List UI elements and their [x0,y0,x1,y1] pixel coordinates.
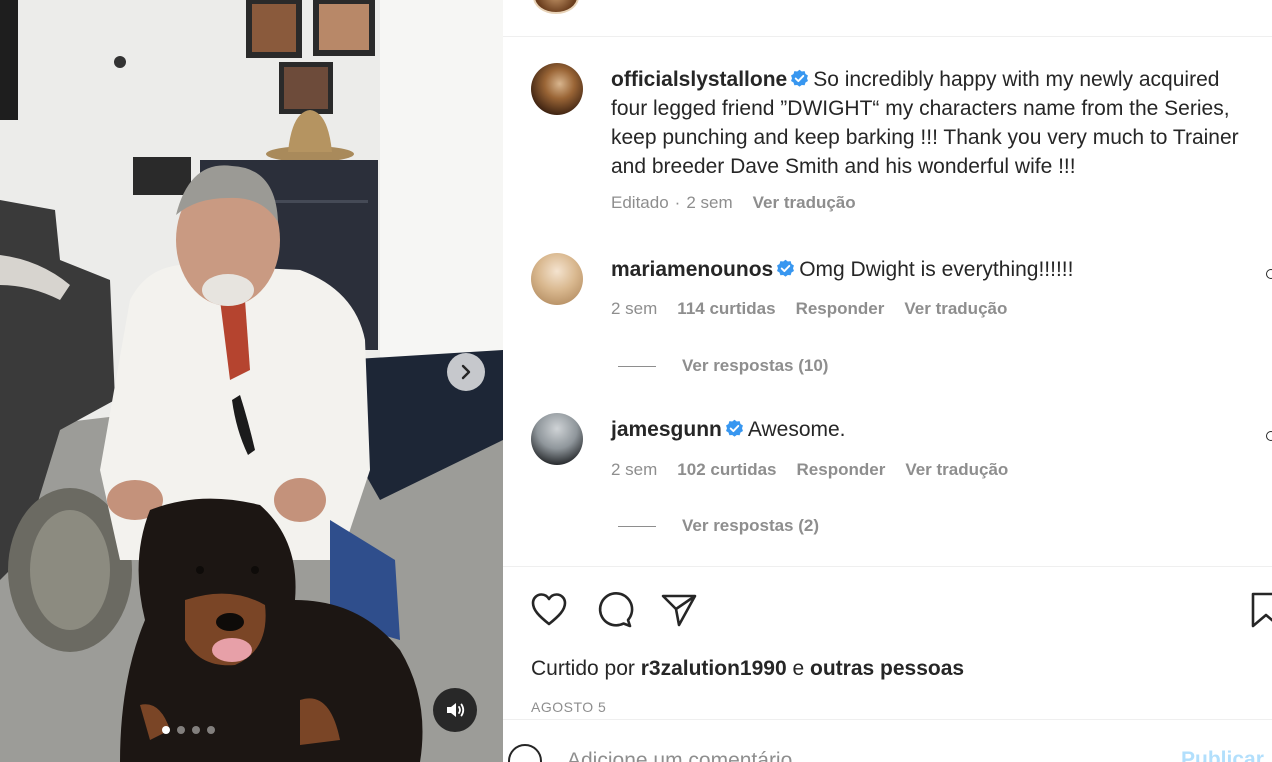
carousel-indicator [162,726,215,734]
reply-button[interactable]: Responder [796,299,885,319]
emoji-button[interactable] [508,744,542,762]
comment-text: Omg Dwight is everything!!!!!! [799,258,1074,281]
comment-time[interactable]: 2 sem [611,460,657,480]
comment-time[interactable]: 2 sem [611,299,657,319]
paper-plane-icon [661,594,697,627]
comment-item: jamesgunn Awesome. [611,415,1261,444]
comment-meta: 2 sem 102 curtidas Responder Ver traduçã… [611,460,1008,480]
comment-button[interactable] [595,590,635,630]
view-replies-label: Ver respostas (2) [682,516,820,535]
comment-text: Awesome. [747,418,846,441]
next-slide-button[interactable] [447,353,485,391]
composer-divider [503,719,1272,720]
comment-translate-link[interactable]: Ver tradução [904,299,1007,319]
meta-separator: · [674,193,681,212]
header-avatar[interactable] [533,0,579,14]
commenter-avatar[interactable] [531,253,583,305]
liked-by-user[interactable]: r3zalution1990 [641,657,787,680]
post-date[interactable]: AGOSTO 5 [531,699,606,715]
commenter-avatar[interactable] [531,413,583,465]
publish-button[interactable]: Publicar [1181,748,1264,762]
view-replies-button[interactable]: Ver respostas (10) [618,356,828,376]
speaker-icon [447,703,465,717]
verified-badge-icon [725,419,743,437]
save-button[interactable] [1249,590,1272,630]
replies-divider [618,365,656,367]
reply-button[interactable]: Responder [797,460,886,480]
caption-time[interactable]: 2 sem [686,193,732,213]
bookmark-icon [1251,592,1272,628]
edited-label: Editado [611,193,669,212]
comment-likes-count[interactable]: 102 curtidas [677,460,776,480]
like-button[interactable] [529,590,569,630]
carousel-dot [177,726,185,734]
post-photo [0,0,503,762]
liked-by-prefix: Curtido por [531,657,635,680]
post-media[interactable] [0,0,503,762]
comment-like-icon[interactable] [1266,269,1272,279]
caption-translate-link[interactable]: Ver tradução [753,193,856,213]
caption-meta: Editado · 2 sem Ver tradução [611,193,856,213]
audio-toggle-button[interactable] [433,688,477,732]
liked-by-summary: Curtido por r3zalution1990 e outras pess… [531,657,964,681]
comment-translate-link[interactable]: Ver tradução [905,460,1008,480]
heart-icon [531,593,567,626]
comment-likes-count[interactable]: 114 curtidas [677,299,775,319]
instagram-post-view: officialslystallone So incredibly happy w… [0,0,1272,762]
add-comment-input[interactable] [567,746,1127,762]
carousel-dot [207,726,215,734]
carousel-dot [192,726,200,734]
verified-badge-icon [777,259,795,277]
commenter-username[interactable]: mariamenounos [611,258,773,281]
liked-by-others[interactable]: outras pessoas [810,657,964,680]
share-button[interactable] [659,590,699,630]
commenter-username[interactable]: jamesgunn [611,418,722,441]
comment-meta: 2 sem 114 curtidas Responder Ver traduçã… [611,299,1007,319]
liked-by-conjunction: e [792,657,805,680]
author-username[interactable]: officialslystallone [611,68,787,91]
author-avatar[interactable] [531,63,583,115]
comment-like-icon[interactable] [1266,431,1272,441]
verified-badge-icon [791,69,809,87]
actions-divider [503,566,1272,567]
carousel-dot [162,726,170,734]
comment-icon [598,592,634,628]
post-caption: officialslystallone So incredibly happy w… [611,65,1261,181]
view-replies-button[interactable]: Ver respostas (2) [618,516,819,536]
chevron-right-icon [461,364,471,380]
view-replies-label: Ver respostas (10) [682,356,829,375]
post-side-panel: officialslystallone So incredibly happy w… [503,0,1272,762]
header-divider [503,36,1272,37]
comment-item: mariamenounos Omg Dwight is everything!!!… [611,255,1261,284]
replies-divider [618,525,656,527]
